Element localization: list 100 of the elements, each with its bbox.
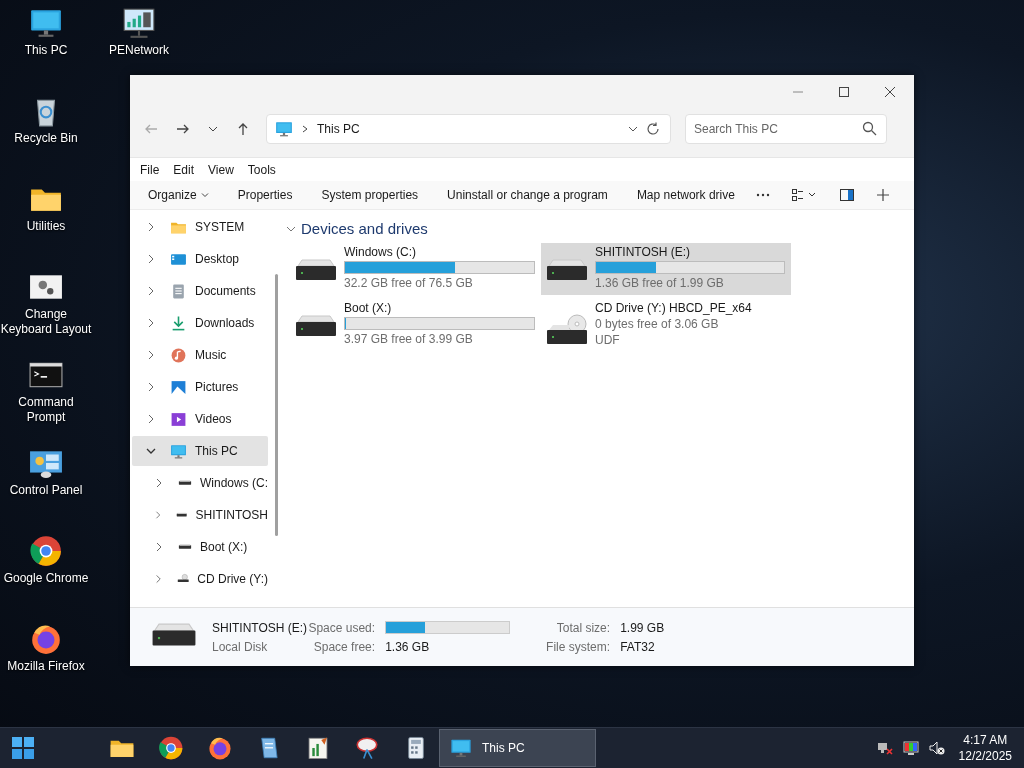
chevron-right-icon[interactable]: [146, 382, 156, 392]
document-icon: [170, 282, 187, 300]
tree-item[interactable]: Desktop: [132, 244, 268, 274]
start-icon[interactable]: [12, 737, 34, 759]
music-icon: [170, 346, 187, 364]
field-label: File system:: [545, 639, 611, 654]
tree-item[interactable]: SHITINTOSH: [132, 500, 268, 530]
toolbar-button[interactable]: Properties: [229, 184, 301, 206]
tree-item[interactable]: Videos: [132, 404, 268, 434]
free-space-text: 3.97 GB free of 3.99 GB: [344, 332, 474, 346]
tree-item[interactable]: Music: [132, 340, 268, 370]
monitor-icon: [170, 442, 187, 460]
chevron-right-icon: [301, 125, 309, 133]
up-arrow-icon[interactable]: [236, 122, 250, 136]
drive-name: Boot (X:): [344, 301, 393, 315]
field-value: FAT32: [620, 639, 656, 654]
monitor-icon: [450, 737, 472, 759]
toolbar-button[interactable]: Uninstall or change a program: [439, 184, 616, 206]
tree-item[interactable]: Pictures: [132, 372, 268, 402]
desktop-icon-label[interactable]: PENetwork: [109, 43, 169, 58]
drive-tile[interactable]: Windows (C:) 32.2 GB free of 76.5 GB: [290, 243, 541, 295]
drive-name: SHITINTOSH (E:): [212, 620, 308, 635]
drive-name: Windows (C:): [344, 245, 417, 259]
desktop-icon-label[interactable]: Control Panel: [9, 483, 83, 498]
toolbar-button[interactable]: Organize: [140, 184, 217, 206]
forward-arrow-icon[interactable]: [176, 122, 190, 136]
chevron-right-icon[interactable]: [146, 350, 156, 360]
desktop-icon-label[interactable]: Command Prompt: [0, 395, 92, 425]
picture-icon: [170, 378, 187, 396]
tree-item[interactable]: Downloads: [132, 308, 268, 338]
menu-item[interactable]: Tools: [247, 162, 284, 177]
desktop-icon-label[interactable]: This PC: [24, 43, 68, 58]
file-system-text: UDF: [595, 333, 621, 347]
network-icon[interactable]: [122, 6, 156, 40]
tree-item[interactable]: CD Drive (Y:): [132, 564, 268, 594]
drive-tile[interactable]: Boot (X:) 3.97 GB free of 3.99 GB: [290, 299, 541, 351]
chart-icon[interactable]: [305, 735, 331, 761]
menu-item[interactable]: File: [140, 162, 168, 177]
chrome-icon[interactable]: [29, 534, 63, 568]
drive-name: SHITINTOSH (E:): [595, 245, 692, 259]
field-label: Total size:: [555, 620, 611, 635]
toolbar-button[interactable]: System properties: [313, 184, 427, 206]
free-space-text: 0 bytes free of 3.06 GB: [595, 317, 720, 331]
network-error-icon[interactable]: [876, 740, 893, 756]
firefox-icon[interactable]: [29, 622, 63, 656]
search-field[interactable]: Search This PC: [685, 114, 887, 144]
clock-date[interactable]: 12/2/2025: [958, 749, 1012, 763]
menu-item[interactable]: Edit: [173, 162, 203, 177]
section-header[interactable]: Devices and drives: [286, 220, 428, 237]
more-icon[interactable]: [755, 193, 770, 197]
volume-muted-icon[interactable]: [928, 740, 945, 756]
download-icon: [170, 314, 187, 332]
menu-item[interactable]: View: [208, 162, 242, 177]
toolbar-button[interactable]: Map network drive: [628, 184, 743, 206]
preview-pane-icon[interactable]: [839, 189, 854, 201]
maximize-icon[interactable]: [838, 86, 850, 98]
close-icon[interactable]: [884, 86, 896, 98]
chevron-down-icon[interactable]: [146, 446, 156, 456]
field-label: Space used:: [307, 620, 376, 635]
view-layout-icon[interactable]: [791, 189, 818, 201]
drive-tile[interactable]: SHITINTOSH (E:) 1.36 GB free of 1.99 GB: [541, 243, 791, 295]
display-color-icon[interactable]: [902, 740, 919, 756]
chevron-right-icon[interactable]: [146, 318, 156, 328]
field-label: Space free:: [312, 639, 376, 654]
field-value: 1.36 GB: [385, 639, 431, 654]
chevron-right-icon[interactable]: [146, 222, 156, 232]
tree-item[interactable]: Windows (C:: [132, 468, 268, 498]
desktop-icon-label[interactable]: Recycle Bin: [14, 131, 78, 146]
desktop-icon-label[interactable]: Utilities: [26, 219, 66, 234]
address-bar[interactable]: This PC: [266, 114, 671, 144]
tree-item[interactable]: Documents: [132, 276, 268, 306]
drive-tile[interactable]: CD Drive (Y:) HBCD_PE_x64 0 bytes free of 3.06 GB UDF: [541, 299, 791, 351]
search-icon[interactable]: [862, 121, 877, 136]
free-space-text: 1.36 GB free of 1.99 GB: [595, 276, 725, 290]
chevron-down-icon[interactable]: [208, 124, 218, 134]
chevron-right-icon[interactable]: [146, 254, 156, 264]
desktop-icon-label[interactable]: Google Chrome: [3, 571, 89, 586]
address-path: This PC: [317, 122, 360, 136]
refresh-icon[interactable]: [646, 122, 660, 136]
tree-item[interactable]: This PC: [132, 436, 268, 466]
firefox-icon[interactable]: [207, 735, 233, 761]
drive-name: CD Drive (Y:) HBCD_PE_x64: [595, 301, 753, 315]
tree-item[interactable]: Boot (X:): [132, 532, 268, 562]
chevron-down-icon[interactable]: [628, 124, 638, 134]
desktop-icon-label[interactable]: Change Keyboard Layout: [0, 307, 92, 337]
field-value: 1.99 GB: [620, 620, 666, 635]
chevron-right-icon[interactable]: [154, 574, 163, 584]
chevron-right-icon[interactable]: [154, 478, 164, 488]
taskbar-window-button[interactable]: This PC: [439, 729, 596, 767]
chrome-icon[interactable]: [158, 735, 184, 761]
chevron-right-icon[interactable]: [146, 414, 156, 424]
chevron-right-icon[interactable]: [146, 286, 156, 296]
chevron-right-icon[interactable]: [154, 542, 164, 552]
chevron-down-icon: [200, 191, 209, 199]
desktop-icon-label[interactable]: Mozilla Firefox: [7, 659, 85, 674]
free-space-text: 32.2 GB free of 76.5 GB: [344, 276, 474, 290]
drive-type: Local Disk: [212, 639, 269, 654]
tree-item[interactable]: SYSTEM: [132, 212, 268, 242]
plus-icon[interactable]: [875, 188, 890, 202]
clock-time[interactable]: 4:17 AM: [963, 733, 1008, 747]
